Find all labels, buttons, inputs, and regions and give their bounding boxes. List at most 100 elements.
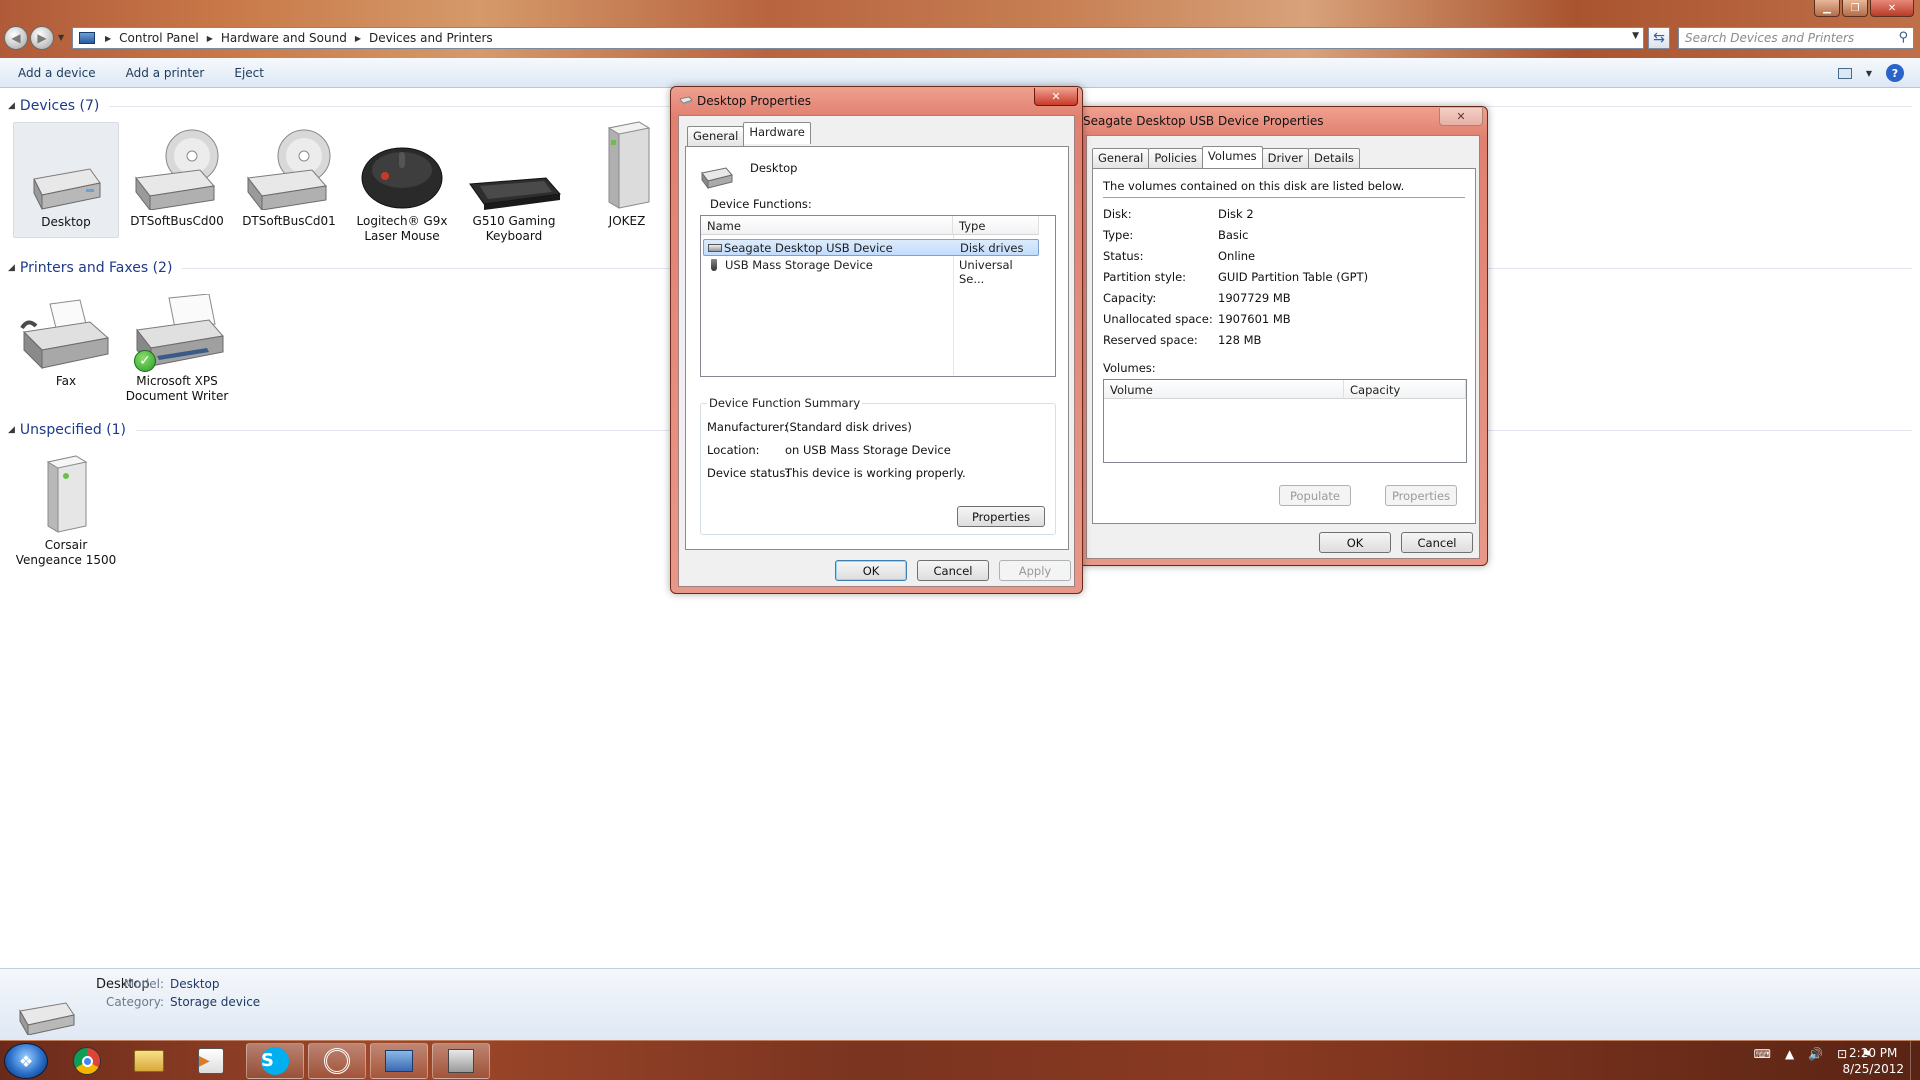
dialog-close-button[interactable]: ✕: [1034, 88, 1078, 106]
taskbar-media-player[interactable]: ▶: [182, 1043, 240, 1079]
ok-button[interactable]: OK: [835, 560, 907, 581]
refresh-icon: ⇆: [1653, 30, 1665, 46]
device-desktop[interactable]: Desktop: [13, 122, 119, 238]
device-functions-list[interactable]: Name Type Seagate Desktop USB Device Dis…: [700, 215, 1056, 377]
breadcrumb-control-panel[interactable]: Control Panel: [119, 31, 199, 45]
seagate-properties-dialog: Seagate Desktop USB Device Properties ✕ …: [1078, 106, 1488, 566]
tab-volumes[interactable]: Volumes: [1201, 146, 1263, 168]
device-label-line2: Document Writer: [125, 389, 229, 403]
skype-icon: S: [261, 1047, 289, 1075]
cancel-button[interactable]: Cancel: [917, 560, 989, 581]
breadcrumb-hardware-and-sound[interactable]: Hardware and Sound: [221, 31, 347, 45]
volume-icon[interactable]: 🔊: [1808, 1047, 1823, 1061]
view-dropdown-icon[interactable]: ▼: [1866, 69, 1872, 78]
prop-value: 1907601 MB: [1218, 312, 1291, 326]
recent-pages-dropdown[interactable]: ▼: [58, 33, 64, 42]
device-microsoft-xps-document-writer[interactable]: ✓ Microsoft XPS Document Writer: [124, 282, 230, 404]
volumes-list[interactable]: Volume Capacity: [1103, 379, 1467, 463]
window-caption-buttons: ▁ ❐ ✕: [1814, 0, 1914, 17]
eject-button[interactable]: Eject: [234, 66, 264, 80]
collapse-triangle-icon[interactable]: ◢: [8, 101, 15, 111]
add-printer-button[interactable]: Add a printer: [126, 66, 205, 80]
help-icon[interactable]: ?: [1886, 64, 1904, 82]
maximize-button[interactable]: ❐: [1842, 0, 1868, 17]
taskbar-explorer[interactable]: [120, 1043, 178, 1079]
device-function-row[interactable]: USB Mass Storage Device Universal Se...: [703, 257, 1039, 286]
column-header-capacity[interactable]: Capacity: [1344, 380, 1466, 399]
tab-hardware[interactable]: Hardware: [743, 122, 811, 144]
function-type: Universal Se...: [959, 258, 1013, 286]
prop-label: Capacity:: [1103, 291, 1157, 305]
cd-drive-icon: [236, 122, 342, 214]
device-function-row[interactable]: Seagate Desktop USB Device Disk drives: [703, 239, 1039, 256]
volume-properties-button[interactable]: Properties: [1385, 485, 1457, 506]
device-g510-keyboard[interactable]: G510 Gaming Keyboard: [461, 122, 567, 244]
back-arrow-icon: ◀: [11, 31, 21, 45]
device-fax[interactable]: Fax: [13, 282, 119, 389]
group-title: Devices (7): [19, 98, 100, 114]
search-input[interactable]: Search Devices and Printers ⚲: [1678, 27, 1914, 49]
address-dropdown-icon[interactable]: ▼: [1632, 31, 1639, 41]
external-drive-icon: [14, 123, 118, 215]
tab-general[interactable]: General: [687, 126, 745, 146]
device-jokez[interactable]: JOKEZ: [574, 121, 680, 229]
taskbar-chrome[interactable]: [58, 1043, 116, 1079]
taskbar-app[interactable]: [308, 1043, 366, 1079]
column-header-volume[interactable]: Volume: [1104, 380, 1344, 399]
close-button[interactable]: ✕: [1870, 0, 1914, 17]
tab-details[interactable]: Details: [1308, 148, 1360, 168]
search-icon[interactable]: ⚲: [1898, 30, 1908, 45]
dialog-drive-icon: [679, 96, 693, 105]
device-dtsoftbuscd00[interactable]: DTSoftBusCd00: [124, 122, 230, 229]
separator: [1103, 197, 1465, 198]
device-status-label: Device status:: [707, 466, 790, 480]
collapse-triangle-icon[interactable]: ◢: [8, 425, 15, 435]
show-desktop-button[interactable]: [1910, 1041, 1920, 1080]
cancel-button[interactable]: Cancel: [1401, 532, 1473, 553]
folder-icon: [134, 1050, 164, 1072]
device-logitech-mouse[interactable]: Logitech® G9x Laser Mouse: [349, 122, 455, 244]
back-button[interactable]: ◀: [4, 26, 28, 50]
device-function-summary-group: Device Function Summary Manufacturer: (S…: [700, 396, 1056, 535]
breadcrumb-chevron-icon: ▶: [206, 33, 213, 43]
system-clock[interactable]: 2:20 PM 8/25/2012: [1842, 1045, 1904, 1077]
taskbar-skype[interactable]: S: [246, 1043, 304, 1079]
taskbar-control-panel[interactable]: [370, 1043, 428, 1079]
populate-button[interactable]: Populate: [1279, 485, 1351, 506]
tab-driver[interactable]: Driver: [1261, 148, 1310, 168]
device-corsair-vengeance-1500[interactable]: Corsair Vengeance 1500: [13, 446, 119, 568]
clock-date: 8/25/2012: [1842, 1062, 1904, 1076]
ok-button[interactable]: OK: [1319, 532, 1391, 553]
dialog-close-button[interactable]: ✕: [1439, 108, 1483, 126]
computer-tower-icon: [574, 121, 680, 214]
device-functions-label: Device Functions:: [710, 197, 812, 211]
refresh-button[interactable]: ⇆: [1648, 27, 1670, 49]
device-label-line2: Keyboard: [485, 229, 543, 243]
device-label: Fax: [55, 374, 77, 388]
breadcrumb-devices-and-printers[interactable]: Devices and Printers: [369, 31, 493, 45]
address-bar[interactable]: ▶ Control Panel ▶ Hardware and Sound ▶ D…: [72, 27, 1644, 49]
column-header-name[interactable]: Name: [701, 216, 953, 235]
tab-policies[interactable]: Policies: [1148, 148, 1203, 168]
function-type: Disk drives: [960, 241, 1024, 255]
minimize-button[interactable]: ▁: [1814, 0, 1840, 17]
volumes-label: Volumes:: [1103, 361, 1156, 375]
add-device-button[interactable]: Add a device: [18, 66, 96, 80]
column-header-type[interactable]: Type: [953, 216, 1039, 235]
device-dtsoftbuscd01[interactable]: DTSoftBusCd01: [236, 122, 342, 229]
keyboard-tray-icon[interactable]: ⌨: [1754, 1047, 1771, 1061]
start-button[interactable]: ❖: [4, 1043, 48, 1079]
taskbar-devices-printers[interactable]: [432, 1043, 490, 1079]
apply-button[interactable]: Apply: [999, 560, 1071, 581]
prop-value: 1907729 MB: [1218, 291, 1291, 305]
properties-button[interactable]: Properties: [957, 506, 1045, 527]
tab-general[interactable]: General: [1092, 148, 1150, 168]
device-label: Corsair: [44, 538, 88, 552]
forward-button[interactable]: ▶: [30, 26, 54, 50]
collapse-triangle-icon[interactable]: ◢: [8, 263, 15, 273]
forward-arrow-icon: ▶: [37, 31, 47, 45]
breadcrumb-chevron-icon: ▶: [105, 33, 112, 43]
app-icon: [324, 1048, 350, 1074]
change-view-icon[interactable]: [1837, 67, 1852, 79]
show-hidden-icons-icon[interactable]: ▲: [1785, 1047, 1794, 1061]
